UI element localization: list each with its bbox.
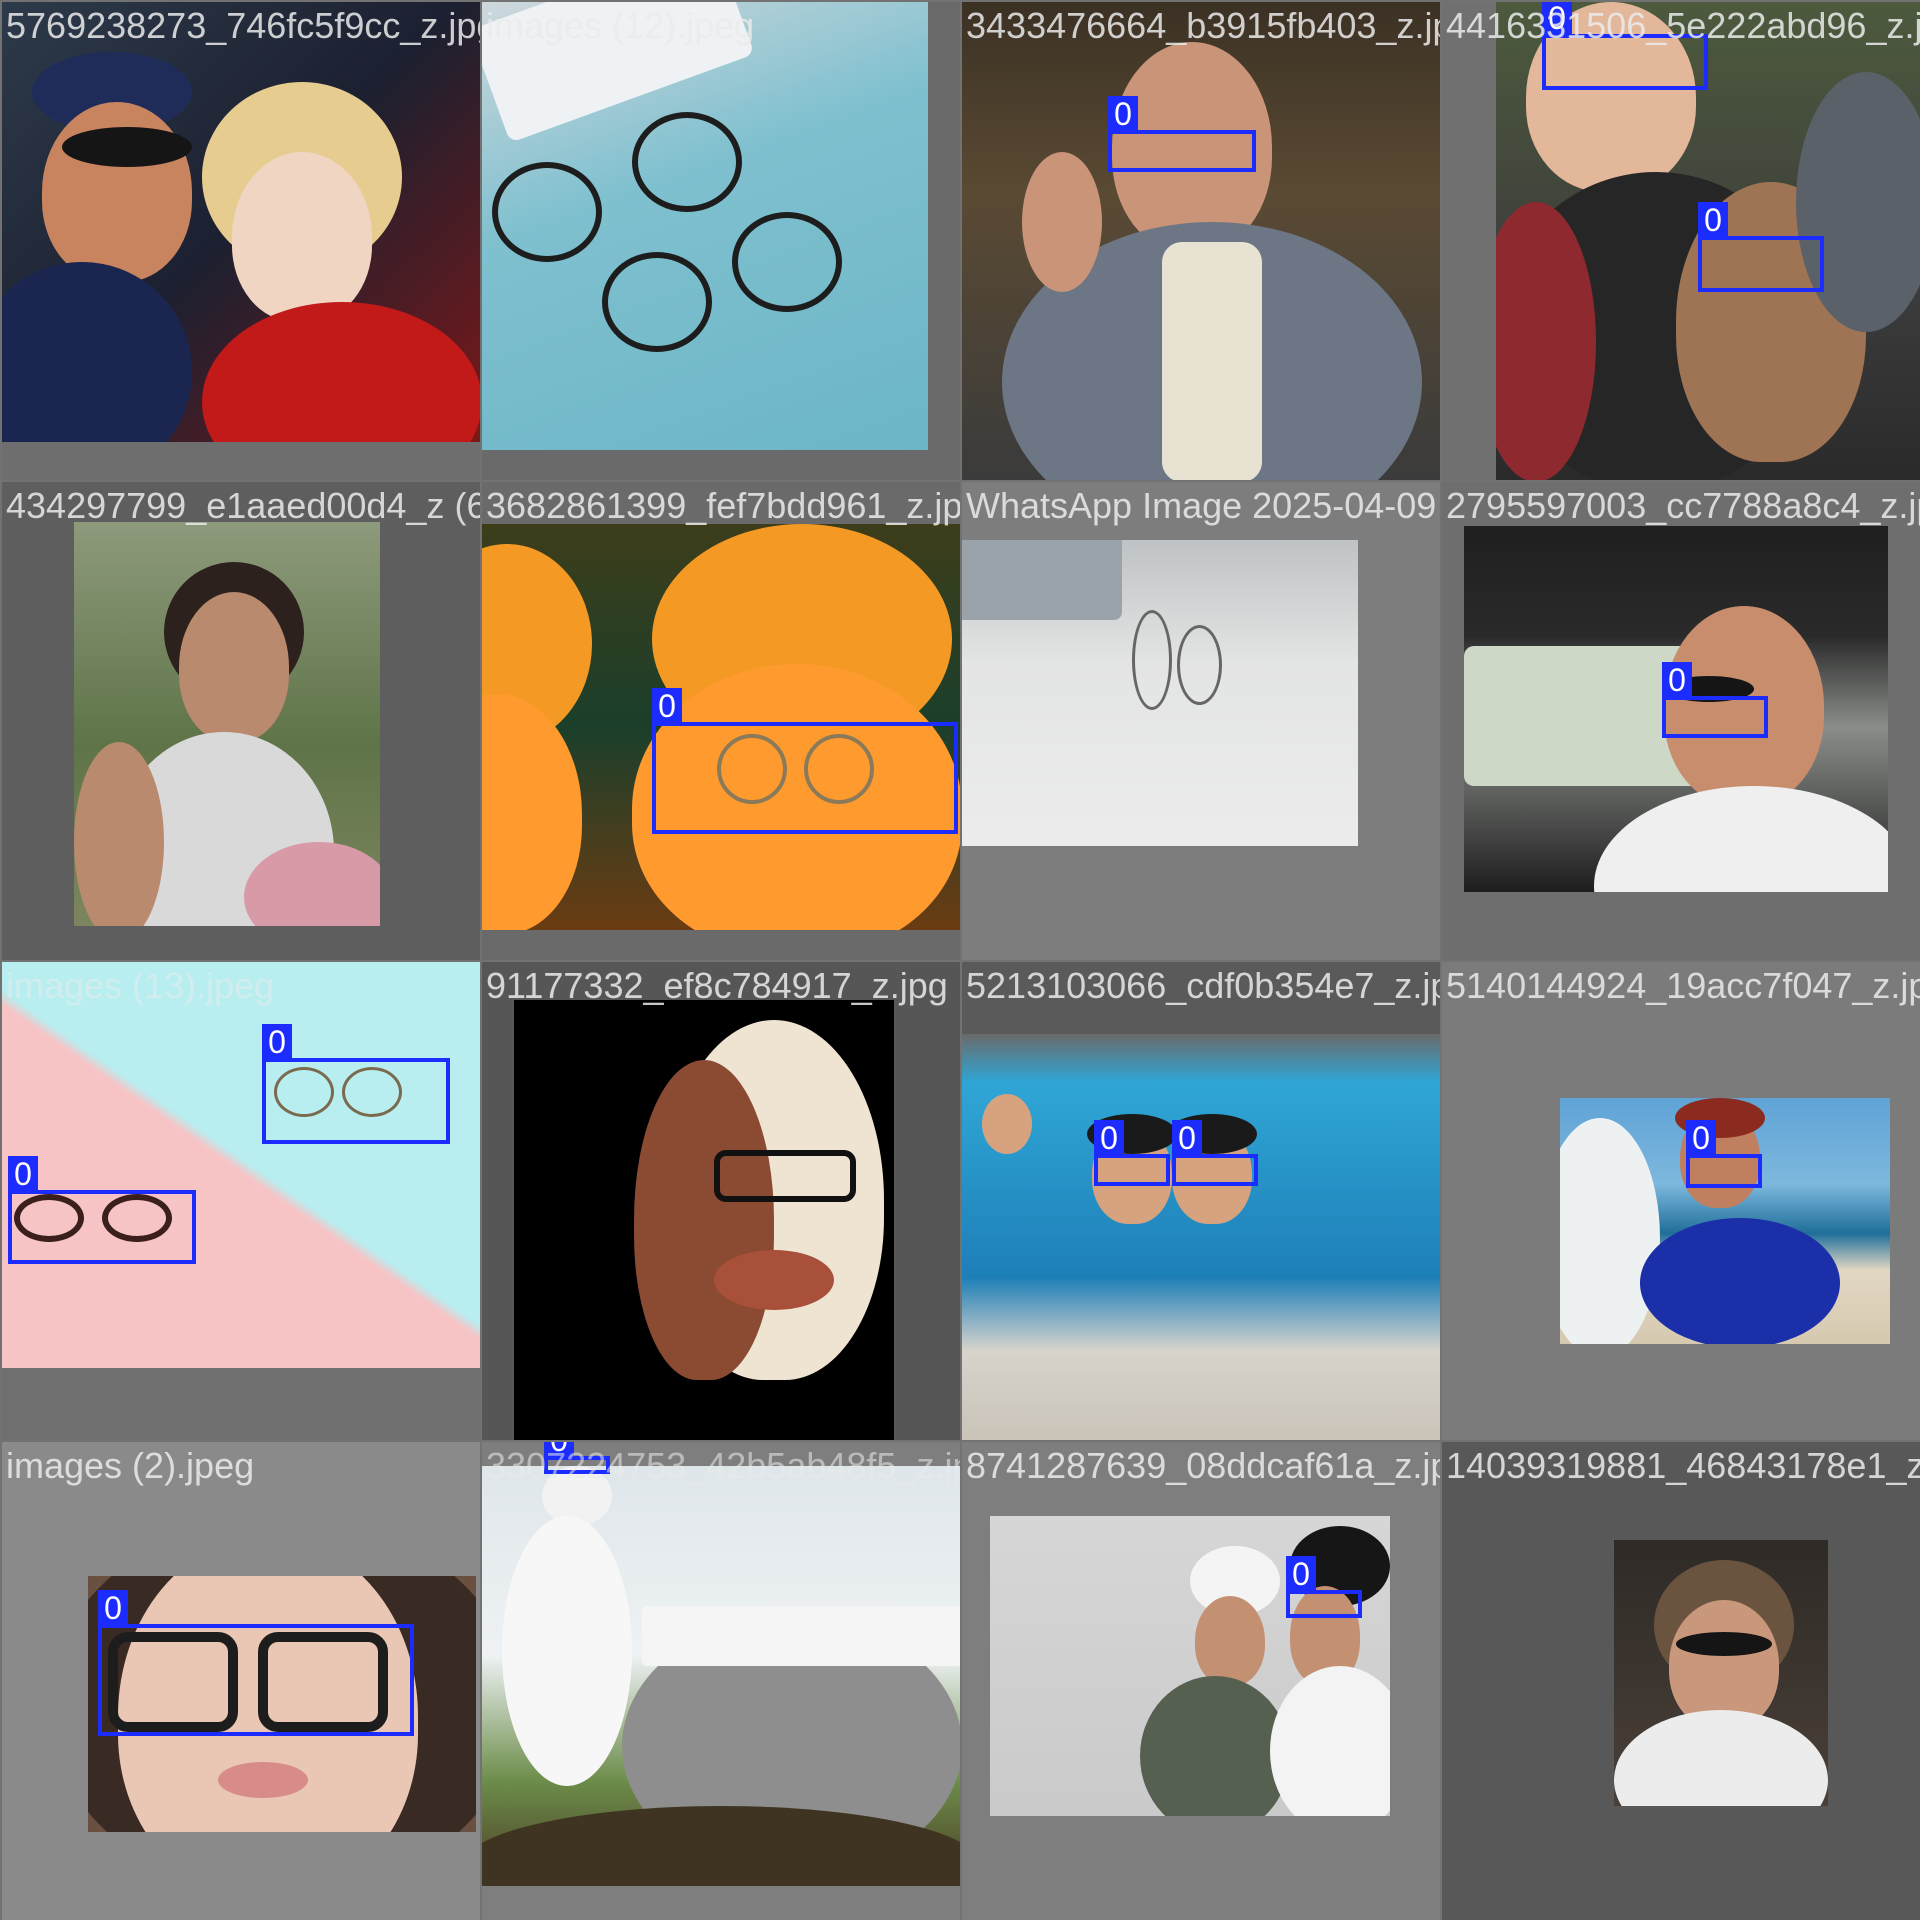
box-class-label: 0	[1698, 202, 1728, 238]
navy-shirt	[2, 262, 192, 442]
glasses-lens	[1132, 610, 1172, 710]
photo	[514, 1000, 894, 1440]
tile-11: 0 5140144924_19acc7f047_z.jpg	[1442, 962, 1920, 1440]
tile-6: WhatsApp Image 2025-04-09 at 15.16.28	[962, 482, 1440, 960]
tile-9: 91177332_ef8c784917_z.jpg	[482, 962, 960, 1440]
tile-filename: images (12).jpeg	[486, 5, 755, 46]
woman-face	[232, 152, 372, 322]
doll-face	[482, 694, 582, 930]
box-class-label: 0	[1172, 1120, 1202, 1156]
shoulder	[74, 742, 164, 926]
tile-1: images (12).jpeg	[482, 2, 960, 480]
box-class-label: 0	[1286, 1556, 1316, 1592]
tile-filename: 5213103066_cdf0b354e7_z.jpg	[966, 965, 1440, 1006]
box-class-label: 0	[98, 1590, 128, 1626]
photo	[990, 1516, 1390, 1816]
tile-filename: 2795597003_cc7788a8c4_z.jpg	[1446, 485, 1920, 526]
glasses	[714, 1150, 856, 1202]
detection-box: 0	[1172, 1120, 1258, 1186]
lips	[218, 1762, 308, 1798]
photo	[482, 2, 928, 450]
tile-3: 0 0 4416331506_5e222abd96_z.jpg	[1442, 2, 1920, 480]
beach-chair	[1560, 1118, 1660, 1344]
jockey	[502, 1516, 632, 1786]
detection-box: 0	[1094, 1120, 1170, 1186]
shirt	[1140, 1676, 1290, 1816]
laptop	[962, 540, 1122, 620]
glasses-lens	[492, 162, 602, 262]
tile-filename: 3307224753_42b5ab48f5_z.jpg	[486, 1445, 960, 1486]
tile-filename: 5140144924_19acc7f047_z.jpg	[1446, 965, 1920, 1006]
glasses-lens	[732, 212, 842, 312]
tile-filename: 434297799_e1aaed00d4_z (6).jpg	[6, 485, 480, 526]
photo	[1614, 1540, 1828, 1806]
tile-filename: 14039319881_46843178e1_z.jpg	[1446, 1445, 1920, 1486]
detection-box: 0	[262, 1024, 450, 1144]
tile-0: 5769238273_746fc5f9cc_z.jpg	[2, 2, 480, 480]
box-class-label: 0	[652, 688, 682, 724]
tile-filename: images (2).jpeg	[6, 1445, 255, 1486]
glasses-lens	[602, 252, 712, 352]
tile-4: 434297799_e1aaed00d4_z (6).jpg	[2, 482, 480, 960]
box-class-label: 0	[8, 1156, 38, 1192]
white-jacket	[1614, 1710, 1828, 1806]
face	[1195, 1596, 1265, 1686]
shirt	[1162, 242, 1262, 480]
mouth	[714, 1250, 834, 1310]
tile-2: 0 3433476664_b3915fb403_z.jpg	[962, 2, 1440, 480]
photo	[962, 2, 1440, 480]
tile-filename: 5769238273_746fc5f9cc_z.jpg	[6, 5, 480, 46]
box-class-label: 0	[1662, 662, 1692, 698]
box-class-label: 0	[262, 1024, 292, 1060]
glasses-lens	[1177, 625, 1222, 705]
detection-box: 0	[1286, 1556, 1362, 1618]
hand	[1022, 152, 1102, 292]
detection-mosaic: 5769238273_746fc5f9cc_z.jpg images (12).…	[0, 0, 1920, 1920]
tile-filename: 8741287639_08ddcaf61a_z.jpg	[966, 1445, 1440, 1486]
white-shirt	[1594, 786, 1888, 892]
glasses-lens	[632, 112, 742, 212]
tile-7: 0 2795597003_cc7788a8c4_z.jpg	[1442, 482, 1920, 960]
bikini	[1640, 1218, 1840, 1344]
tile-10: 0 0 5213103066_cdf0b354e7_z.jpg	[962, 962, 1440, 1440]
tile-filename: WhatsApp Image 2025-04-09 at 15.16.28	[966, 485, 1440, 526]
detection-box: 0	[652, 688, 958, 834]
tile-12: 0 images (2).jpeg	[2, 1442, 480, 1920]
detection-box: 0	[1698, 202, 1824, 292]
tile-13: 0 3307224753_42b5ab48f5_z.jpg	[482, 1442, 960, 1920]
face	[179, 592, 289, 742]
detection-box: 0	[98, 1590, 414, 1736]
tile-filename: 3433476664_b3915fb403_z.jpg	[966, 5, 1440, 46]
fence	[642, 1606, 960, 1666]
detection-box: 0	[8, 1156, 196, 1264]
face-shadow	[634, 1060, 774, 1380]
photo	[1560, 1098, 1890, 1344]
swimmer	[982, 1094, 1032, 1154]
photo	[482, 1466, 960, 1886]
tile-14: 0 8741287639_08ddcaf61a_z.jpg	[962, 1442, 1440, 1920]
tile-8: 0 0 images (13).jpeg	[2, 962, 480, 1440]
detection-box: 0	[1662, 662, 1768, 738]
box-class-label: 0	[1094, 1120, 1124, 1156]
photo	[2, 2, 480, 442]
shirt	[1270, 1666, 1390, 1816]
tile-filename: 91177332_ef8c784917_z.jpg	[486, 965, 948, 1006]
sunglasses	[62, 127, 192, 167]
detection-box: 0	[1686, 1120, 1762, 1188]
tile-filename: 4416331506_5e222abd96_z.jpg	[1446, 5, 1920, 46]
red-dress	[202, 302, 480, 442]
box-class-label: 0	[1686, 1120, 1716, 1156]
detection-box: 0	[1108, 96, 1256, 172]
photo	[962, 540, 1358, 846]
tile-filename: 3682861399_fef7bdd961_z.jpg	[486, 485, 960, 526]
photo	[74, 522, 380, 926]
tile-5: 0 3682861399_fef7bdd961_z.jpg	[482, 482, 960, 960]
tile-filename: images (13).jpeg	[6, 965, 275, 1006]
sunglasses	[1676, 1632, 1772, 1656]
photo	[2, 962, 480, 1368]
tile-15: 14039319881_46843178e1_z.jpg	[1442, 1442, 1920, 1920]
photo	[962, 1034, 1440, 1440]
box-class-label: 0	[1108, 96, 1138, 132]
